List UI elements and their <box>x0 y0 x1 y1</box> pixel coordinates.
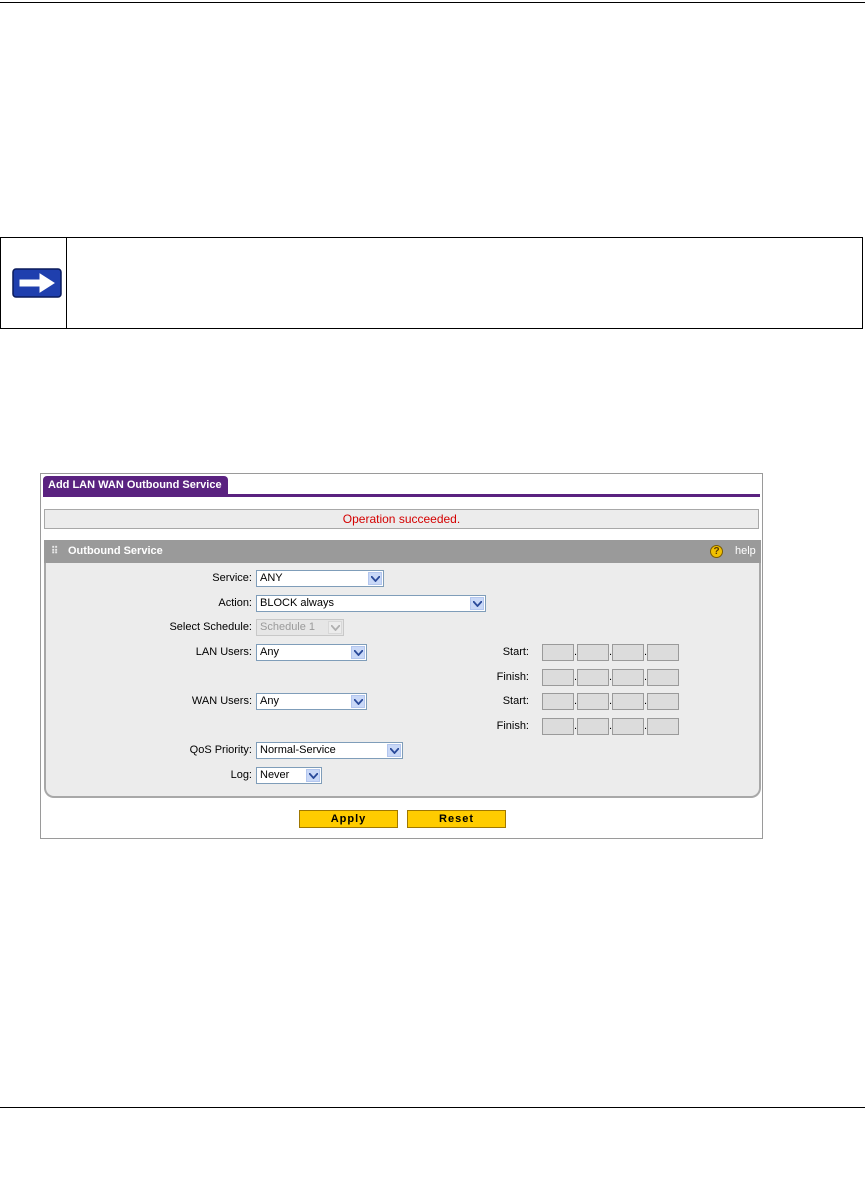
chevron-down-icon <box>470 597 484 610</box>
help-icon[interactable]: ? <box>710 545 723 558</box>
service-label: Service: <box>212 572 252 584</box>
lan-start-label: Start: <box>502 646 529 658</box>
note-box <box>0 237 863 329</box>
wan-users-select[interactable]: Any <box>256 693 367 710</box>
ip-octet <box>542 669 574 686</box>
ip-octet <box>612 718 644 735</box>
help-link[interactable]: help <box>735 540 756 563</box>
panel-title: Outbound Service <box>68 545 163 557</box>
router-ui-screenshot: Add LAN WAN Outbound Service Operation s… <box>40 473 763 839</box>
chevron-down-icon <box>306 769 320 782</box>
wan-finish-ip: . . . <box>542 718 679 735</box>
apply-button[interactable]: Apply <box>299 810 398 828</box>
chevron-down-icon <box>328 621 342 634</box>
page-top-rule <box>0 2 865 3</box>
log-label: Log: <box>230 769 252 781</box>
wan-start-ip: . . . <box>542 693 679 710</box>
qos-priority-select[interactable]: Normal-Service <box>256 742 403 759</box>
ip-octet <box>647 669 679 686</box>
grip-icon: ⠿ <box>51 546 58 557</box>
outbound-service-panel: ⠿ Outbound Service ? help Service: ANY A… <box>44 540 761 798</box>
lan-users-value: Any <box>260 646 279 658</box>
lan-finish-label: Finish: <box>496 671 529 683</box>
chevron-down-icon <box>351 695 365 708</box>
qos-priority-label: QoS Priority: <box>189 744 252 756</box>
ip-octet <box>612 644 644 661</box>
ip-octet <box>577 644 609 661</box>
ip-octet <box>647 644 679 661</box>
note-icon-cell <box>1 238 67 328</box>
action-select[interactable]: BLOCK always <box>256 595 486 612</box>
action-value: BLOCK always <box>260 597 334 609</box>
lan-users-select[interactable]: Any <box>256 644 367 661</box>
chevron-down-icon <box>387 744 401 757</box>
status-message: Operation succeeded. <box>44 509 759 529</box>
ip-octet <box>542 644 574 661</box>
action-label: Action: <box>218 597 252 609</box>
chevron-down-icon <box>368 572 382 585</box>
tab-underline <box>43 494 760 497</box>
ip-octet <box>647 718 679 735</box>
ip-octet <box>612 693 644 710</box>
lan-finish-ip: . . . <box>542 669 679 686</box>
wan-users-value: Any <box>260 695 279 707</box>
log-select[interactable]: Never <box>256 767 322 784</box>
lan-users-label: LAN Users: <box>195 646 252 658</box>
wan-start-label: Start: <box>502 695 529 707</box>
ip-octet <box>577 669 609 686</box>
schedule-select: Schedule 1 <box>256 619 344 636</box>
reset-button[interactable]: Reset <box>407 810 506 828</box>
tab-add-lan-wan-outbound-service[interactable]: Add LAN WAN Outbound Service <box>43 476 228 494</box>
chevron-down-icon <box>351 646 365 659</box>
ip-octet <box>577 718 609 735</box>
page-bottom-rule <box>0 1107 865 1108</box>
log-value: Never <box>260 769 290 781</box>
select-schedule-label: Select Schedule: <box>169 621 252 633</box>
ip-octet <box>647 693 679 710</box>
ip-octet <box>612 669 644 686</box>
lan-start-ip: . . . <box>542 644 679 661</box>
ip-octet <box>542 693 574 710</box>
panel-header: ⠿ Outbound Service ? help <box>44 540 761 563</box>
service-select[interactable]: ANY <box>256 570 384 587</box>
schedule-value: Schedule 1 <box>260 621 316 633</box>
ip-octet <box>542 718 574 735</box>
qos-priority-value: Normal-Service <box>260 744 336 756</box>
arrow-right-icon <box>12 268 62 298</box>
wan-finish-label: Finish: <box>496 720 529 732</box>
ip-octet <box>577 693 609 710</box>
service-value: ANY <box>260 572 283 584</box>
wan-users-label: WAN Users: <box>191 695 252 707</box>
